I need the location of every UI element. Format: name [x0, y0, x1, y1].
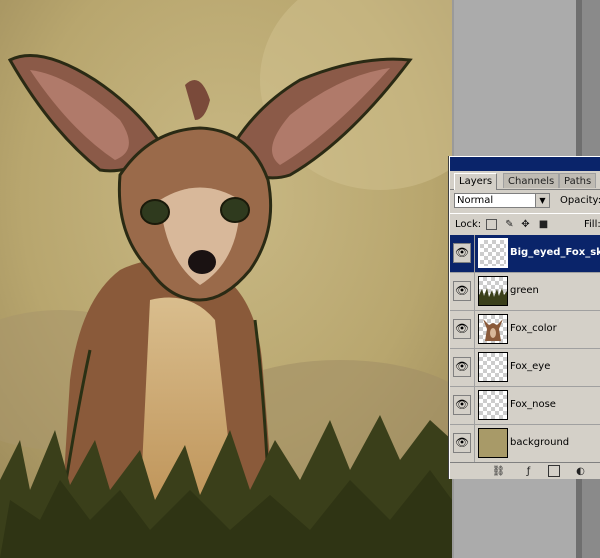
- layer-thumbnail: [478, 428, 508, 458]
- eye-icon[interactable]: 👁: [453, 433, 471, 453]
- blend-mode-value: Normal: [457, 195, 494, 206]
- layer-row[interactable]: 👁 Fox_eye: [450, 349, 600, 387]
- opacity-label: Opacity:: [560, 195, 600, 206]
- blend-row: Normal ▼ Opacity:: [450, 190, 600, 212]
- eye-icon[interactable]: 👁: [453, 243, 471, 263]
- lock-transparency-icon[interactable]: [486, 219, 497, 230]
- layer-thumbnail: [478, 238, 508, 268]
- layer-row[interactable]: 👁 Fox_color: [450, 311, 600, 349]
- eye-icon[interactable]: 👁: [453, 395, 471, 415]
- divider: [474, 425, 475, 463]
- layer-thumbnail: [478, 390, 508, 420]
- layer-thumbnail: [478, 352, 508, 382]
- lock-label: Lock:: [455, 219, 482, 230]
- layer-row[interactable]: 👁 green: [450, 273, 600, 311]
- divider: [474, 311, 475, 349]
- layers-list: 👁 Big_eyed_Fox_sketch 👁 green 👁: [450, 235, 600, 463]
- layer-row[interactable]: 👁 Fox_nose: [450, 387, 600, 425]
- lock-brush-icon[interactable]: ✎: [504, 219, 515, 230]
- lock-all-icon[interactable]: ■: [538, 219, 549, 230]
- divider: [474, 235, 475, 273]
- layer-thumbnail: [478, 276, 508, 306]
- layer-name: background: [510, 437, 570, 448]
- fox-thumbnail-icon: [483, 319, 503, 341]
- tab-layers[interactable]: Layers: [454, 173, 498, 190]
- layer-name: Fox_nose: [510, 399, 556, 410]
- layers-panel: Layers Channels Paths Normal ▼ Opacity: …: [449, 156, 600, 479]
- mask-icon[interactable]: [548, 465, 560, 477]
- blend-mode-select[interactable]: Normal ▼: [454, 193, 550, 208]
- layer-name: Fox_color: [510, 323, 557, 334]
- panel-tabs: Layers Channels Paths: [450, 171, 600, 190]
- layer-name: Fox_eye: [510, 361, 551, 372]
- lock-move-icon[interactable]: ✥: [520, 219, 531, 230]
- layer-thumbnail: [478, 314, 508, 344]
- layer-row[interactable]: 👁 background: [450, 425, 600, 463]
- eye-icon[interactable]: 👁: [453, 281, 471, 301]
- fox-painting: [0, 0, 452, 558]
- tab-paths[interactable]: Paths: [559, 173, 597, 188]
- grass-thumbnail-icon: [479, 288, 507, 305]
- divider: [474, 387, 475, 425]
- lock-row: Lock: ✎ ✥ ■ Fill:: [450, 213, 600, 236]
- layer-row[interactable]: 👁 Big_eyed_Fox_sketch: [450, 235, 600, 273]
- layer-name: green: [510, 285, 539, 296]
- chevron-down-icon[interactable]: ▼: [535, 194, 549, 207]
- document-canvas[interactable]: [0, 0, 452, 558]
- layer-style-icon[interactable]: ƒ: [522, 465, 535, 478]
- panel-titlebar[interactable]: [450, 157, 600, 171]
- adjustment-icon[interactable]: ◐: [574, 465, 587, 478]
- layer-name: Big_eyed_Fox_sketch: [510, 247, 600, 258]
- eye-icon[interactable]: 👁: [453, 357, 471, 377]
- divider: [474, 273, 475, 311]
- panel-bottom-bar: ⛓ ƒ ◐: [450, 462, 600, 479]
- tab-channels[interactable]: Channels: [503, 173, 560, 188]
- link-icon[interactable]: ⛓: [492, 465, 505, 478]
- eye-icon[interactable]: 👁: [453, 319, 471, 339]
- divider: [474, 349, 475, 387]
- fill-label: Fill:: [584, 219, 600, 230]
